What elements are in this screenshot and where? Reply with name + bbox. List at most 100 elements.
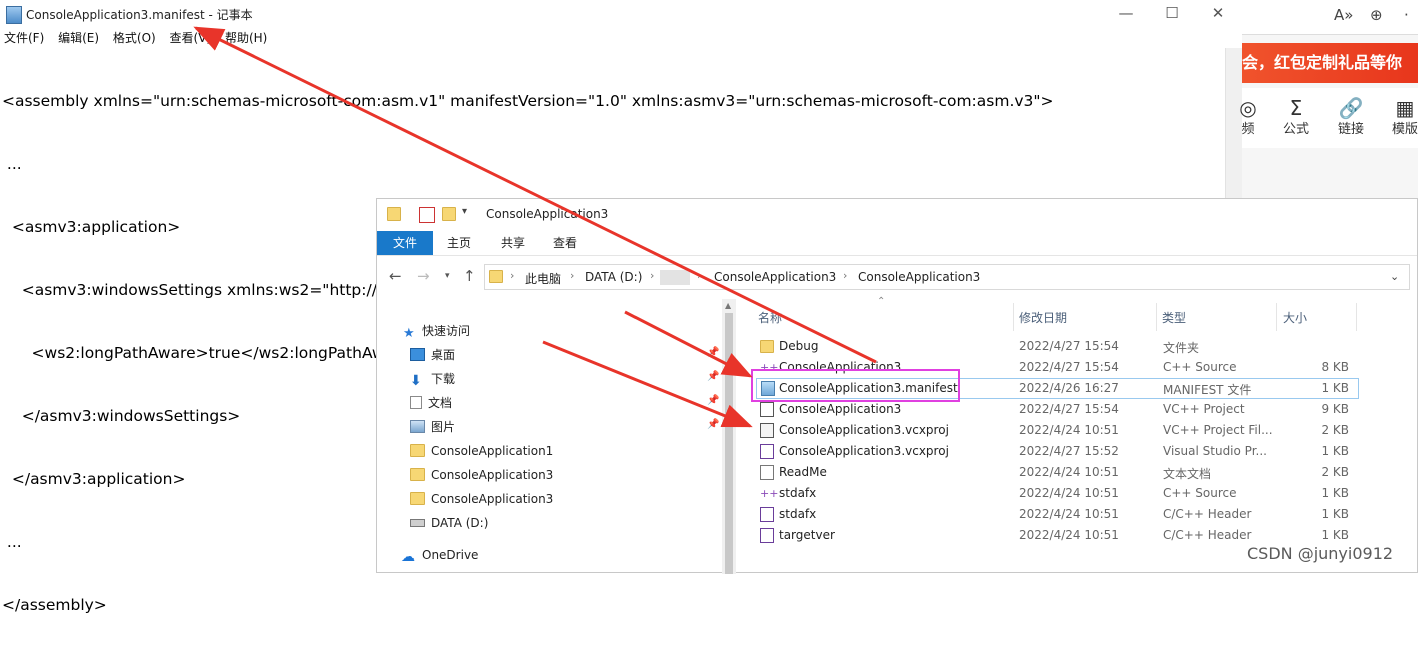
menu-bar: 文件(F) 编辑(E) 格式(O) 查看(V) 帮助(H) — [0, 28, 1241, 48]
folder-icon — [489, 270, 503, 283]
menu-file[interactable]: 文件(F) — [4, 28, 44, 48]
folder-icon — [387, 207, 401, 221]
breadcrumb-drive[interactable]: DATA (D:) — [585, 270, 642, 284]
nav-pictures[interactable]: 图片 — [410, 418, 455, 436]
header-icon — [760, 528, 774, 543]
redacted-path — [660, 270, 690, 285]
tab-share[interactable]: 共享 — [493, 231, 533, 255]
column-divider[interactable] — [1356, 303, 1357, 331]
close-button[interactable]: ✕ — [1203, 3, 1233, 23]
drive-icon — [410, 519, 425, 527]
breadcrumb-separator: › — [843, 269, 848, 282]
up-arrow-icon[interactable]: ↑ — [463, 267, 476, 285]
chevron-down-icon[interactable]: ▾ — [462, 206, 467, 217]
video-tool[interactable]: ◎ 频 — [1228, 96, 1268, 140]
file-row[interactable]: stdafx 2022/4/24 10:51 C/C++ Header 1 KB — [750, 504, 1359, 525]
address-bar-row: ← → ▾ ↑ › 此电脑 › DATA (D:) › › ConsoleApp… — [377, 261, 1417, 293]
menu-edit[interactable]: 编辑(E) — [58, 28, 99, 48]
cpp-icon: ++ — [760, 487, 779, 500]
breadcrumb-separator: › — [570, 269, 575, 282]
formula-tool[interactable]: Σ 公式 — [1276, 96, 1316, 140]
nav-downloads[interactable]: ⬇ 下载 — [410, 370, 455, 389]
template-tool[interactable]: ▦ 模版 — [1385, 96, 1418, 140]
nav-desktop[interactable]: 桌面 — [410, 346, 455, 364]
file-row[interactable]: ConsoleApplication3.vcxproj 2022/4/27 15… — [750, 441, 1359, 462]
read-aloud-icon[interactable]: A» — [1334, 6, 1353, 24]
nav-folder[interactable]: ConsoleApplication3 — [410, 466, 553, 484]
nav-folder[interactable]: ConsoleApplication3 — [410, 490, 553, 508]
text-line: <assembly xmlns="urn:schemas-microsoft-c… — [2, 92, 1054, 110]
scroll-up-icon[interactable]: ▲ — [725, 301, 731, 310]
pin-icon[interactable]: 📌 — [707, 419, 719, 430]
nav-documents[interactable]: 文档 — [410, 394, 452, 412]
tab-file[interactable]: 文件 — [377, 231, 433, 255]
nav-quick-access[interactable]: ★ 快速访问 — [403, 322, 470, 341]
breadcrumb-separator: › — [510, 269, 515, 282]
address-bar[interactable]: › 此电脑 › DATA (D:) › › ConsoleApplication… — [484, 264, 1410, 290]
pin-icon[interactable]: 📌 — [707, 371, 719, 382]
menu-view[interactable]: 查看(V) — [170, 28, 212, 48]
breadcrumb-separator: › — [650, 269, 655, 282]
breadcrumb-current[interactable]: ConsoleApplication3 — [858, 270, 980, 284]
pin-icon[interactable]: 📌 — [707, 347, 719, 358]
column-date[interactable]: 修改日期 — [1019, 309, 1067, 326]
column-headers: ⌃ 名称 修改日期 类型 大小 — [750, 296, 1418, 335]
file-row[interactable]: ReadMe 2022/4/24 10:51 文本文档 2 KB — [750, 462, 1359, 483]
back-arrow-icon[interactable]: ← — [389, 267, 402, 285]
more-icon[interactable]: · — [1404, 6, 1409, 24]
nav-folder[interactable]: ConsoleApplication1 — [410, 442, 553, 460]
notepad-icon — [6, 6, 22, 24]
folder-icon — [410, 444, 425, 457]
zoom-in-icon[interactable]: ⊕ — [1370, 6, 1383, 24]
file-row[interactable]: ++ stdafx 2022/4/24 10:51 C++ Source 1 K… — [750, 483, 1359, 504]
template-icon: ▦ — [1395, 96, 1415, 120]
column-divider[interactable] — [1276, 303, 1277, 331]
tab-view[interactable]: 查看 — [545, 231, 585, 255]
scroll-thumb[interactable] — [725, 313, 733, 574]
file-row[interactable]: targetver 2022/4/24 10:51 C/C++ Header 1… — [750, 525, 1359, 546]
pin-icon[interactable]: 📌 — [707, 395, 719, 406]
vs-icon — [760, 444, 774, 459]
navigation-pane: ★ 快速访问 桌面 📌 ⬇ 下载 📌 文档 📌 图片 📌 ConsoleApplic… — [377, 299, 722, 574]
maximize-button[interactable]: ☐ — [1157, 3, 1187, 23]
file-row[interactable]: ConsoleApplication3 2022/4/27 15:54 VC++… — [750, 399, 1359, 420]
column-type[interactable]: 类型 — [1162, 309, 1186, 326]
window-title: ConsoleApplication3.manifest - 记事本 — [26, 8, 253, 22]
column-size[interactable]: 大小 — [1283, 309, 1307, 326]
recent-chevron-icon[interactable]: ▾ — [445, 271, 450, 281]
column-divider[interactable] — [1156, 303, 1157, 331]
forward-arrow-icon[interactable]: → — [417, 267, 430, 285]
annotation-highlight-box — [751, 369, 960, 402]
text-icon — [760, 465, 774, 480]
star-icon: ★ — [403, 326, 415, 341]
chevron-down-icon[interactable]: ⌄ — [1390, 270, 1399, 283]
nav-scrollbar[interactable]: ▲ — [722, 299, 736, 574]
breadcrumb-this-pc[interactable]: 此电脑 — [525, 270, 561, 287]
ribbon-tabs: 文件 主页 共享 查看 — [377, 231, 1417, 256]
sort-ascending-icon: ⌃ — [877, 296, 886, 307]
menu-format[interactable]: 格式(O) — [113, 28, 156, 48]
breadcrumb-folder[interactable]: ConsoleApplication3 — [714, 270, 836, 284]
text-line: ... — [2, 155, 22, 173]
header-icon — [760, 507, 774, 522]
window-title: ConsoleApplication3 — [486, 207, 609, 221]
minimize-button[interactable]: — — [1111, 3, 1141, 23]
folder-icon — [760, 340, 774, 353]
column-divider[interactable] — [1013, 303, 1014, 331]
cloud-icon: ☁ — [401, 549, 415, 565]
folder-icon — [410, 468, 425, 481]
new-folder-icon[interactable] — [442, 207, 456, 221]
sigma-icon: Σ — [1289, 96, 1303, 120]
file-row[interactable]: ConsoleApplication3.vcxproj 2022/4/24 10… — [750, 420, 1359, 441]
nav-onedrive[interactable]: ☁ OneDrive — [401, 546, 478, 565]
properties-icon[interactable] — [419, 207, 435, 223]
vcxproj-filters-icon — [760, 423, 774, 438]
tab-home[interactable]: 主页 — [439, 231, 479, 255]
file-row[interactable]: Debug 2022/4/27 15:54 文件夹 — [750, 336, 1359, 357]
link-tool[interactable]: 🔗 链接 — [1331, 96, 1371, 140]
menu-help[interactable]: 帮助(H) — [225, 28, 267, 48]
promo-banner[interactable]: 会，红包定制礼品等你 — [1242, 43, 1418, 83]
file-list: ⌃ 名称 修改日期 类型 大小 Debug 2022/4/27 15:54 文件… — [750, 296, 1418, 574]
nav-drive-d[interactable]: DATA (D:) — [410, 514, 488, 532]
column-name[interactable]: 名称 — [758, 309, 782, 326]
